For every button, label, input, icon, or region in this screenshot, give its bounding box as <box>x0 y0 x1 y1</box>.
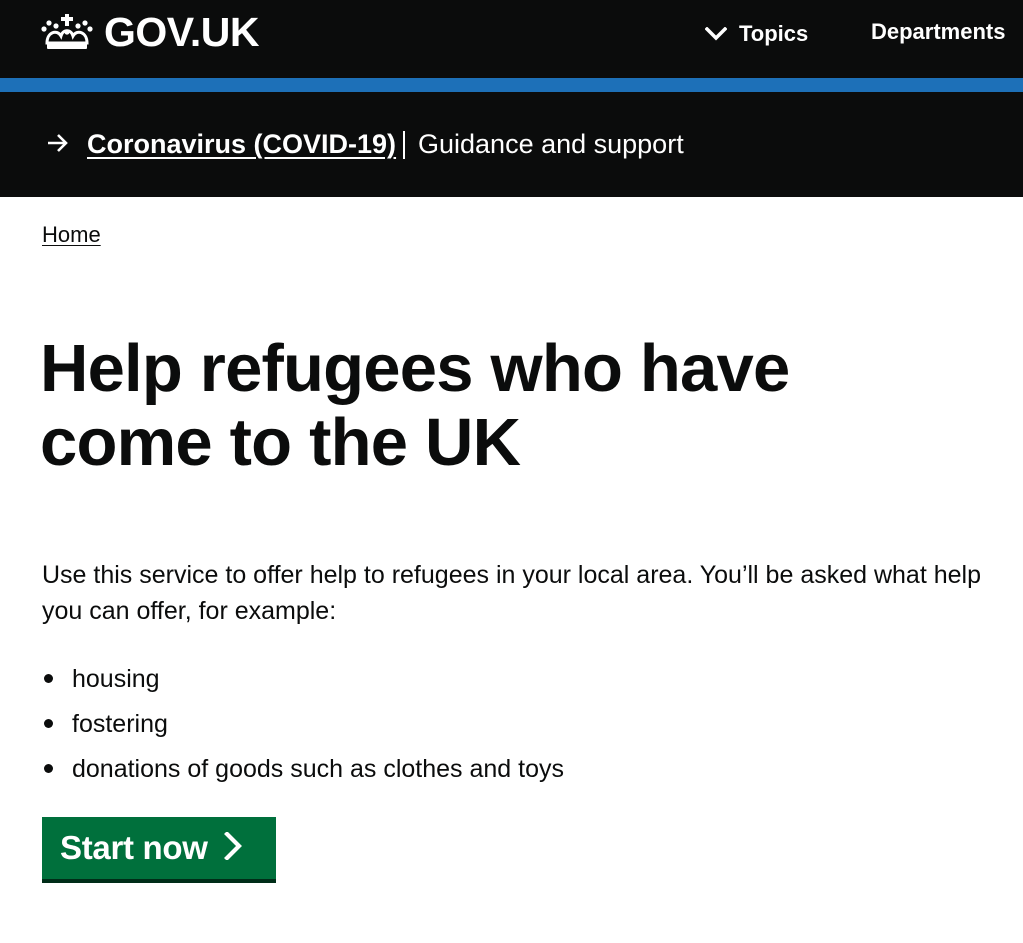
offer-list: housing fostering donations of goods suc… <box>42 662 564 797</box>
govuk-logo-link[interactable]: GOV.UK <box>40 10 259 54</box>
crown-icon <box>40 12 94 52</box>
list-item-text: housing <box>72 665 160 693</box>
chevron-right-icon <box>223 830 242 865</box>
chevron-down-icon <box>704 21 739 47</box>
start-button-label: Start now <box>60 829 208 866</box>
list-item: donations of goods such as clothes and t… <box>42 752 564 786</box>
bullet-icon <box>44 764 53 773</box>
bullet-icon <box>44 719 53 728</box>
covid-banner: Coronavirus (COVID-19) Guidance and supp… <box>0 92 1023 197</box>
arrow-right-icon <box>46 133 70 158</box>
list-item: fostering <box>42 707 564 741</box>
site-header: GOV.UK Topics Departments <box>0 0 1023 78</box>
logo-text: GOV.UK <box>104 9 259 55</box>
list-item: housing <box>42 662 564 696</box>
breadcrumb-home-link[interactable]: Home <box>42 220 101 250</box>
departments-link[interactable]: Departments <box>871 16 1005 48</box>
start-now-button[interactable]: Start now <box>42 817 276 879</box>
topics-menu-button[interactable]: Topics <box>704 18 809 50</box>
topics-label: Topics <box>739 21 809 46</box>
list-item-text: donations of goods such as clothes and t… <box>72 755 564 783</box>
list-item-text: fostering <box>72 710 168 738</box>
intro-paragraph: Use this service to offer help to refuge… <box>42 561 981 625</box>
covid-guidance-link[interactable]: Coronavirus (COVID-19) <box>87 126 396 162</box>
covid-banner-subtitle: Guidance and support <box>418 129 684 159</box>
bullet-icon <box>44 674 53 683</box>
page-title: Help refugees who have come to the UK <box>40 331 790 480</box>
banner-divider <box>403 131 405 159</box>
header-accent-bar <box>0 78 1023 92</box>
